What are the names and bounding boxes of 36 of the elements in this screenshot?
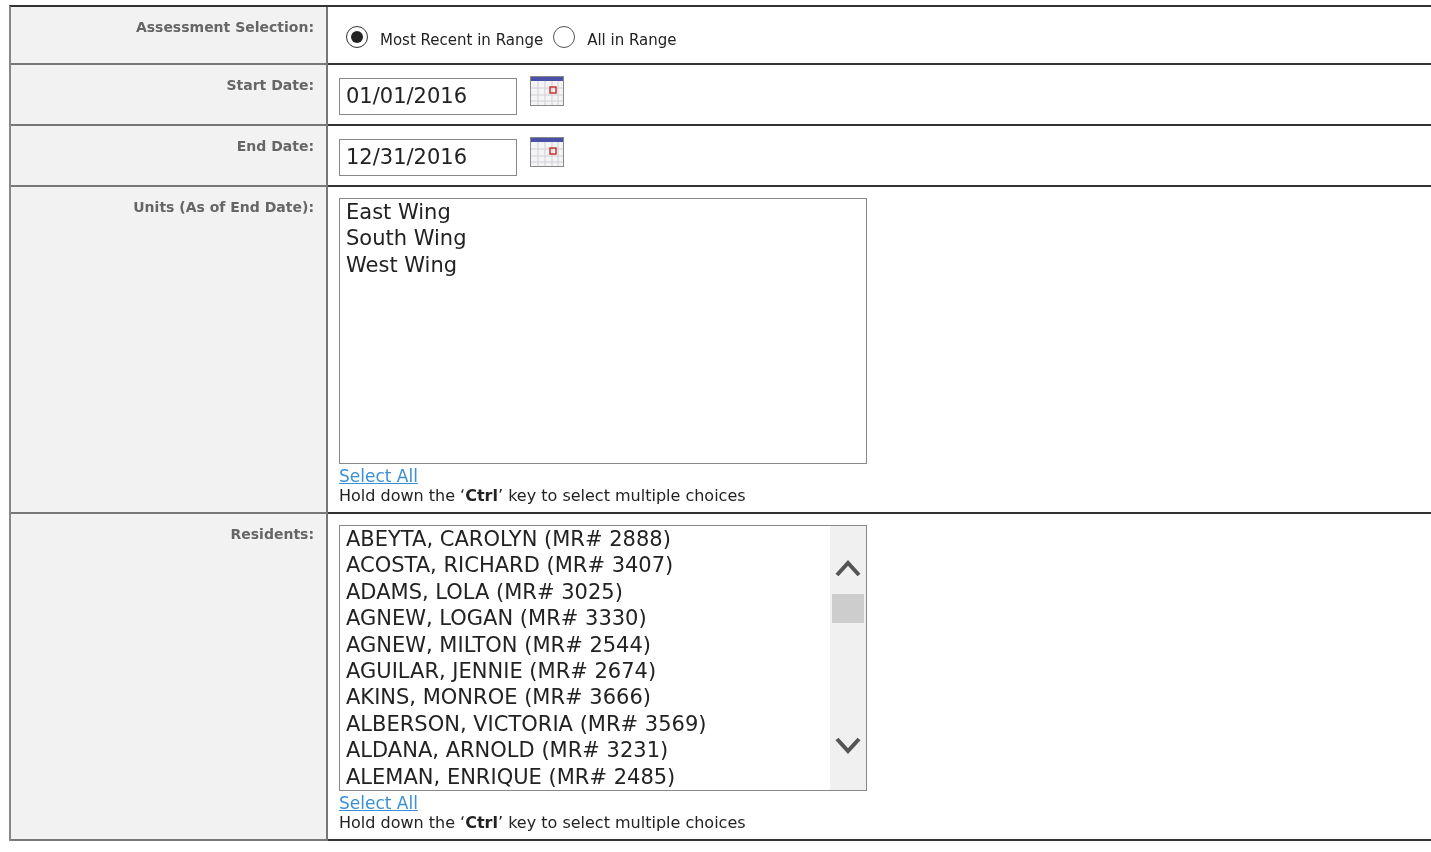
list-option[interactable]: East Wing [346, 199, 860, 226]
list-option[interactable]: AGNEW, MILTON (MR# 2544) [346, 631, 824, 659]
hint-text: Hold down the ‘Ctrl’ key to select multiple choices [339, 813, 746, 833]
field-label: Units (As of End Date): [133, 199, 314, 215]
field-label: Residents: [230, 526, 314, 542]
field-label: End Date: [236, 138, 314, 154]
scroll-down-icon[interactable] [834, 736, 862, 756]
field-label: Start Date: [226, 77, 314, 93]
list-option[interactable]: West Wing [346, 251, 860, 279]
field-label: Assessment Selection: [135, 19, 314, 35]
scrollbar[interactable] [830, 526, 866, 790]
list-option[interactable]: South Wing [346, 225, 860, 252]
list-option[interactable]: AGNEW, LOGAN (MR# 3330) [346, 605, 824, 632]
scroll-thumb[interactable] [832, 594, 864, 623]
radio-option[interactable]: All in Range [553, 26, 677, 48]
calendar-icon[interactable] [530, 76, 564, 106]
list-option[interactable]: ALBERSON, VICTORIA (MR# 3569) [346, 710, 824, 738]
radio-option[interactable]: Most Recent in Range [346, 26, 544, 48]
hint-text: Hold down the ‘Ctrl’ key to select multiple choices [339, 486, 746, 506]
calendar-icon[interactable] [530, 137, 564, 167]
list-option[interactable]: ADAMS, LOLA (MR# 3025) [346, 578, 824, 606]
scroll-up-icon[interactable] [834, 558, 862, 578]
select-all-link[interactable]: Select All [339, 466, 418, 486]
date-field[interactable]: 01/01/2016 [339, 78, 517, 115]
date-field[interactable]: 12/31/2016 [339, 139, 517, 176]
select-all-link[interactable]: Select All [339, 793, 418, 813]
list-option[interactable]: AGUILAR, JENNIE (MR# 2674) [346, 658, 824, 685]
radio-button[interactable] [346, 26, 368, 48]
list-box[interactable]: East Wing South Wing West Wing [339, 198, 867, 464]
list-option[interactable]: ABEYTA, CAROLYN (MR# 2888) [346, 526, 824, 553]
list-option[interactable]: ALEMAN, ENRIQUE (MR# 2485) [346, 763, 824, 790]
list-box[interactable] [339, 525, 867, 791]
list-option[interactable]: ALDANA, ARNOLD (MR# 3231) [346, 737, 824, 764]
radio-button[interactable] [553, 26, 576, 48]
list-option[interactable]: ACOSTA, RICHARD (MR# 3407) [346, 552, 824, 579]
list-option[interactable]: AKINS, MONROE (MR# 3666) [346, 684, 824, 711]
